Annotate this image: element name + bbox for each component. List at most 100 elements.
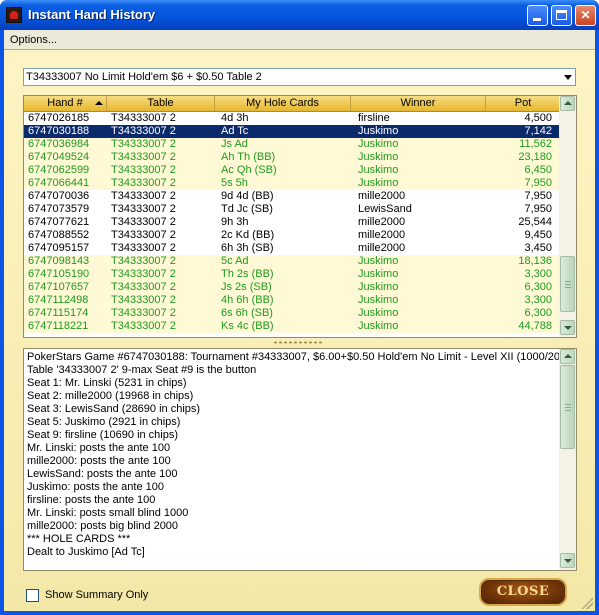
hand-number-cell: 6747066441: [28, 177, 90, 189]
arrow-down-icon: [564, 326, 572, 330]
hand-history-text[interactable]: PokerStars Game #6747030188: Tournament …: [23, 348, 577, 571]
table-cell: T34333007 2: [111, 229, 176, 241]
tournament-select-value: T34333007 No Limit Hold'em $6 + $0.50 Ta…: [26, 71, 262, 83]
hand-number-cell: 6747112498: [28, 294, 89, 306]
checkbox-box[interactable]: [26, 589, 39, 602]
column-header-hole-cards[interactable]: My Hole Cards: [215, 96, 351, 111]
close-button[interactable]: CLOSE: [479, 578, 567, 606]
pot-cell: 18,136: [518, 255, 552, 267]
column-header-winner[interactable]: Winner: [351, 96, 486, 111]
table-row[interactable]: 6747105190 T34333007 2 Th 2s (BB) Juskimo 3,…: [24, 268, 560, 281]
text-scroll-up-button[interactable]: [560, 349, 575, 364]
table-row[interactable]: 6747062599 T34333007 2 Ac Qh (SB) Juskimo 6,…: [24, 164, 560, 177]
show-summary-only-label[interactable]: Show Summary Only: [45, 589, 148, 601]
tournament-table-select[interactable]: T34333007 No Limit Hold'em $6 + $0.50 Ta…: [23, 68, 576, 86]
hole-cards-cell: 5c Ad: [221, 255, 249, 267]
table-row[interactable]: 6747095157 T34333007 2 6h 3h (SB) mille2000…: [24, 242, 560, 255]
table-row[interactable]: 6747070036 T34333007 2 9d 4d (BB) mille2000…: [24, 190, 560, 203]
grip-line: [565, 281, 571, 282]
hand-text-line: firsline: posts the ante 100: [27, 494, 156, 506]
text-scroll-down-button[interactable]: [560, 553, 575, 568]
chevron-down-icon[interactable]: [560, 69, 575, 85]
table-cell: T34333007 2: [111, 242, 176, 254]
table-row[interactable]: 6747112498 T34333007 2 4h 6h (BB) Juskimo 3,…: [24, 294, 560, 307]
scroll-thumb[interactable]: [560, 256, 575, 312]
table-cell: T34333007 2: [111, 151, 176, 163]
maximize-icon: [556, 10, 567, 20]
hand-text-line: LewisSand: posts the ante 100: [27, 468, 178, 480]
hole-cards-cell: 9d 4d (BB): [221, 190, 274, 202]
minimize-icon: [533, 18, 541, 21]
main-panel: T34333007 No Limit Hold'em $6 + $0.50 Ta…: [4, 49, 595, 611]
hand-text-line: Seat 3: LewisSand (28690 in chips): [27, 403, 201, 415]
pot-cell: 3,300: [524, 268, 552, 280]
text-scroll-thumb[interactable]: [560, 365, 575, 449]
hand-text-line: Seat 2: mille2000 (19968 in chips): [27, 390, 194, 402]
hand-number-cell: 6747030188: [28, 125, 90, 137]
winner-cell: Juskimo: [358, 281, 399, 293]
splitter-grip: [273, 341, 323, 344]
column-header-pot[interactable]: Pot: [486, 96, 560, 111]
hand-text-line: Juskimo: posts the ante 100: [27, 481, 164, 493]
winner-cell: Juskimo: [358, 125, 399, 137]
hand-history-window: Instant Hand History ✕ Options... T34333…: [0, 0, 599, 615]
table-cell: T34333007 2: [111, 190, 176, 202]
table-row[interactable]: 6747026185 T34333007 2 4d 3h firsline 4,500: [24, 112, 560, 125]
winner-cell: mille2000: [358, 216, 406, 228]
resize-grip[interactable]: [581, 597, 593, 609]
table-row[interactable]: 6747066441 T34333007 2 5s 5h Juskimo 7,950: [24, 177, 560, 190]
winner-cell: Juskimo: [358, 307, 399, 319]
title-bar[interactable]: Instant Hand History ✕: [0, 0, 599, 30]
arrow-down-icon: [564, 559, 572, 563]
table-cell: T34333007 2: [111, 294, 176, 306]
hole-cards-cell: Ks 4c (BB): [221, 320, 274, 332]
close-window-button[interactable]: ✕: [575, 5, 596, 26]
table-row[interactable]: 6747088552 T34333007 2 2c Kd (BB) mille2000…: [24, 229, 560, 242]
pokerstars-app-icon[interactable]: [6, 7, 22, 23]
table-row[interactable]: 6747115174 T34333007 2 6s 6h (SB) Juskimo 6,…: [24, 307, 560, 320]
table-row[interactable]: 6747107657 T34333007 2 Js 2s (SB) Juskimo 6,…: [24, 281, 560, 294]
table-cell: T34333007 2: [111, 177, 176, 189]
pot-cell: 25,544: [518, 216, 552, 228]
pane-splitter[interactable]: [23, 340, 577, 345]
table-row[interactable]: 6747030188 T34333007 2 Ad Tc Juskimo 7,142: [24, 125, 560, 138]
hand-history-lines: PokerStars Game #6747030188: Tournament …: [27, 351, 559, 559]
hands-scrollbar[interactable]: [559, 96, 576, 337]
table-row[interactable]: 6747073579 T34333007 2 Td Jc (SB) LewisSand…: [24, 203, 560, 216]
menu-options[interactable]: Options...: [10, 34, 57, 46]
hand-text-line: mille2000: posts big blind 2000: [27, 520, 179, 532]
table-row[interactable]: 6747049524 T34333007 2 Ah Th (BB) Juskimo 23…: [24, 151, 560, 164]
hand-number-cell: 6747095157: [28, 242, 90, 254]
grip-line: [565, 287, 571, 288]
hand-text-line: Seat 9: firsline (10690 in chips): [27, 429, 179, 441]
table-cell: T34333007 2: [111, 268, 176, 280]
pot-cell: 44,788: [518, 320, 552, 332]
minimize-button[interactable]: [527, 5, 548, 26]
column-header-table[interactable]: Table: [107, 96, 215, 111]
maximize-button[interactable]: [551, 5, 572, 26]
table-row[interactable]: 6747077621 T34333007 2 9h 3h mille2000 25,54…: [24, 216, 560, 229]
table-cell: T34333007 2: [111, 138, 176, 150]
grip-line: [565, 410, 571, 411]
hand-number-cell: 6747107657: [28, 281, 90, 293]
hand-number-cell: 6747062599: [28, 164, 90, 176]
text-scrollbar[interactable]: [559, 349, 576, 570]
table-cell: T34333007 2: [111, 320, 176, 332]
winner-cell: Juskimo: [358, 255, 399, 267]
arrow-up-icon: [564, 101, 572, 105]
hand-number-cell: 6747073579: [28, 203, 90, 215]
pot-cell: 23,180: [518, 151, 552, 163]
hand-text-line: *** HOLE CARDS ***: [27, 533, 131, 545]
scroll-down-button[interactable]: [560, 320, 575, 335]
winner-cell: Juskimo: [358, 294, 399, 306]
hand-number-cell: 6747115174: [28, 307, 89, 319]
hand-text-line: mille2000: posts the ante 100: [27, 455, 171, 467]
winner-cell: Juskimo: [358, 151, 399, 163]
pot-cell: 7,950: [524, 203, 552, 215]
scroll-up-button[interactable]: [560, 96, 575, 111]
table-row[interactable]: 6747036984 T34333007 2 Js Ad Juskimo 11,562: [24, 138, 560, 151]
table-row[interactable]: 6747098143 T34333007 2 5c Ad Juskimo 18,136: [24, 255, 560, 268]
column-header-hand[interactable]: Hand #: [24, 96, 107, 111]
table-row[interactable]: 6747118221 T34333007 2 Ks 4c (BB) Juskimo 44…: [24, 320, 560, 333]
hole-cards-cell: 9h 3h: [221, 216, 249, 228]
